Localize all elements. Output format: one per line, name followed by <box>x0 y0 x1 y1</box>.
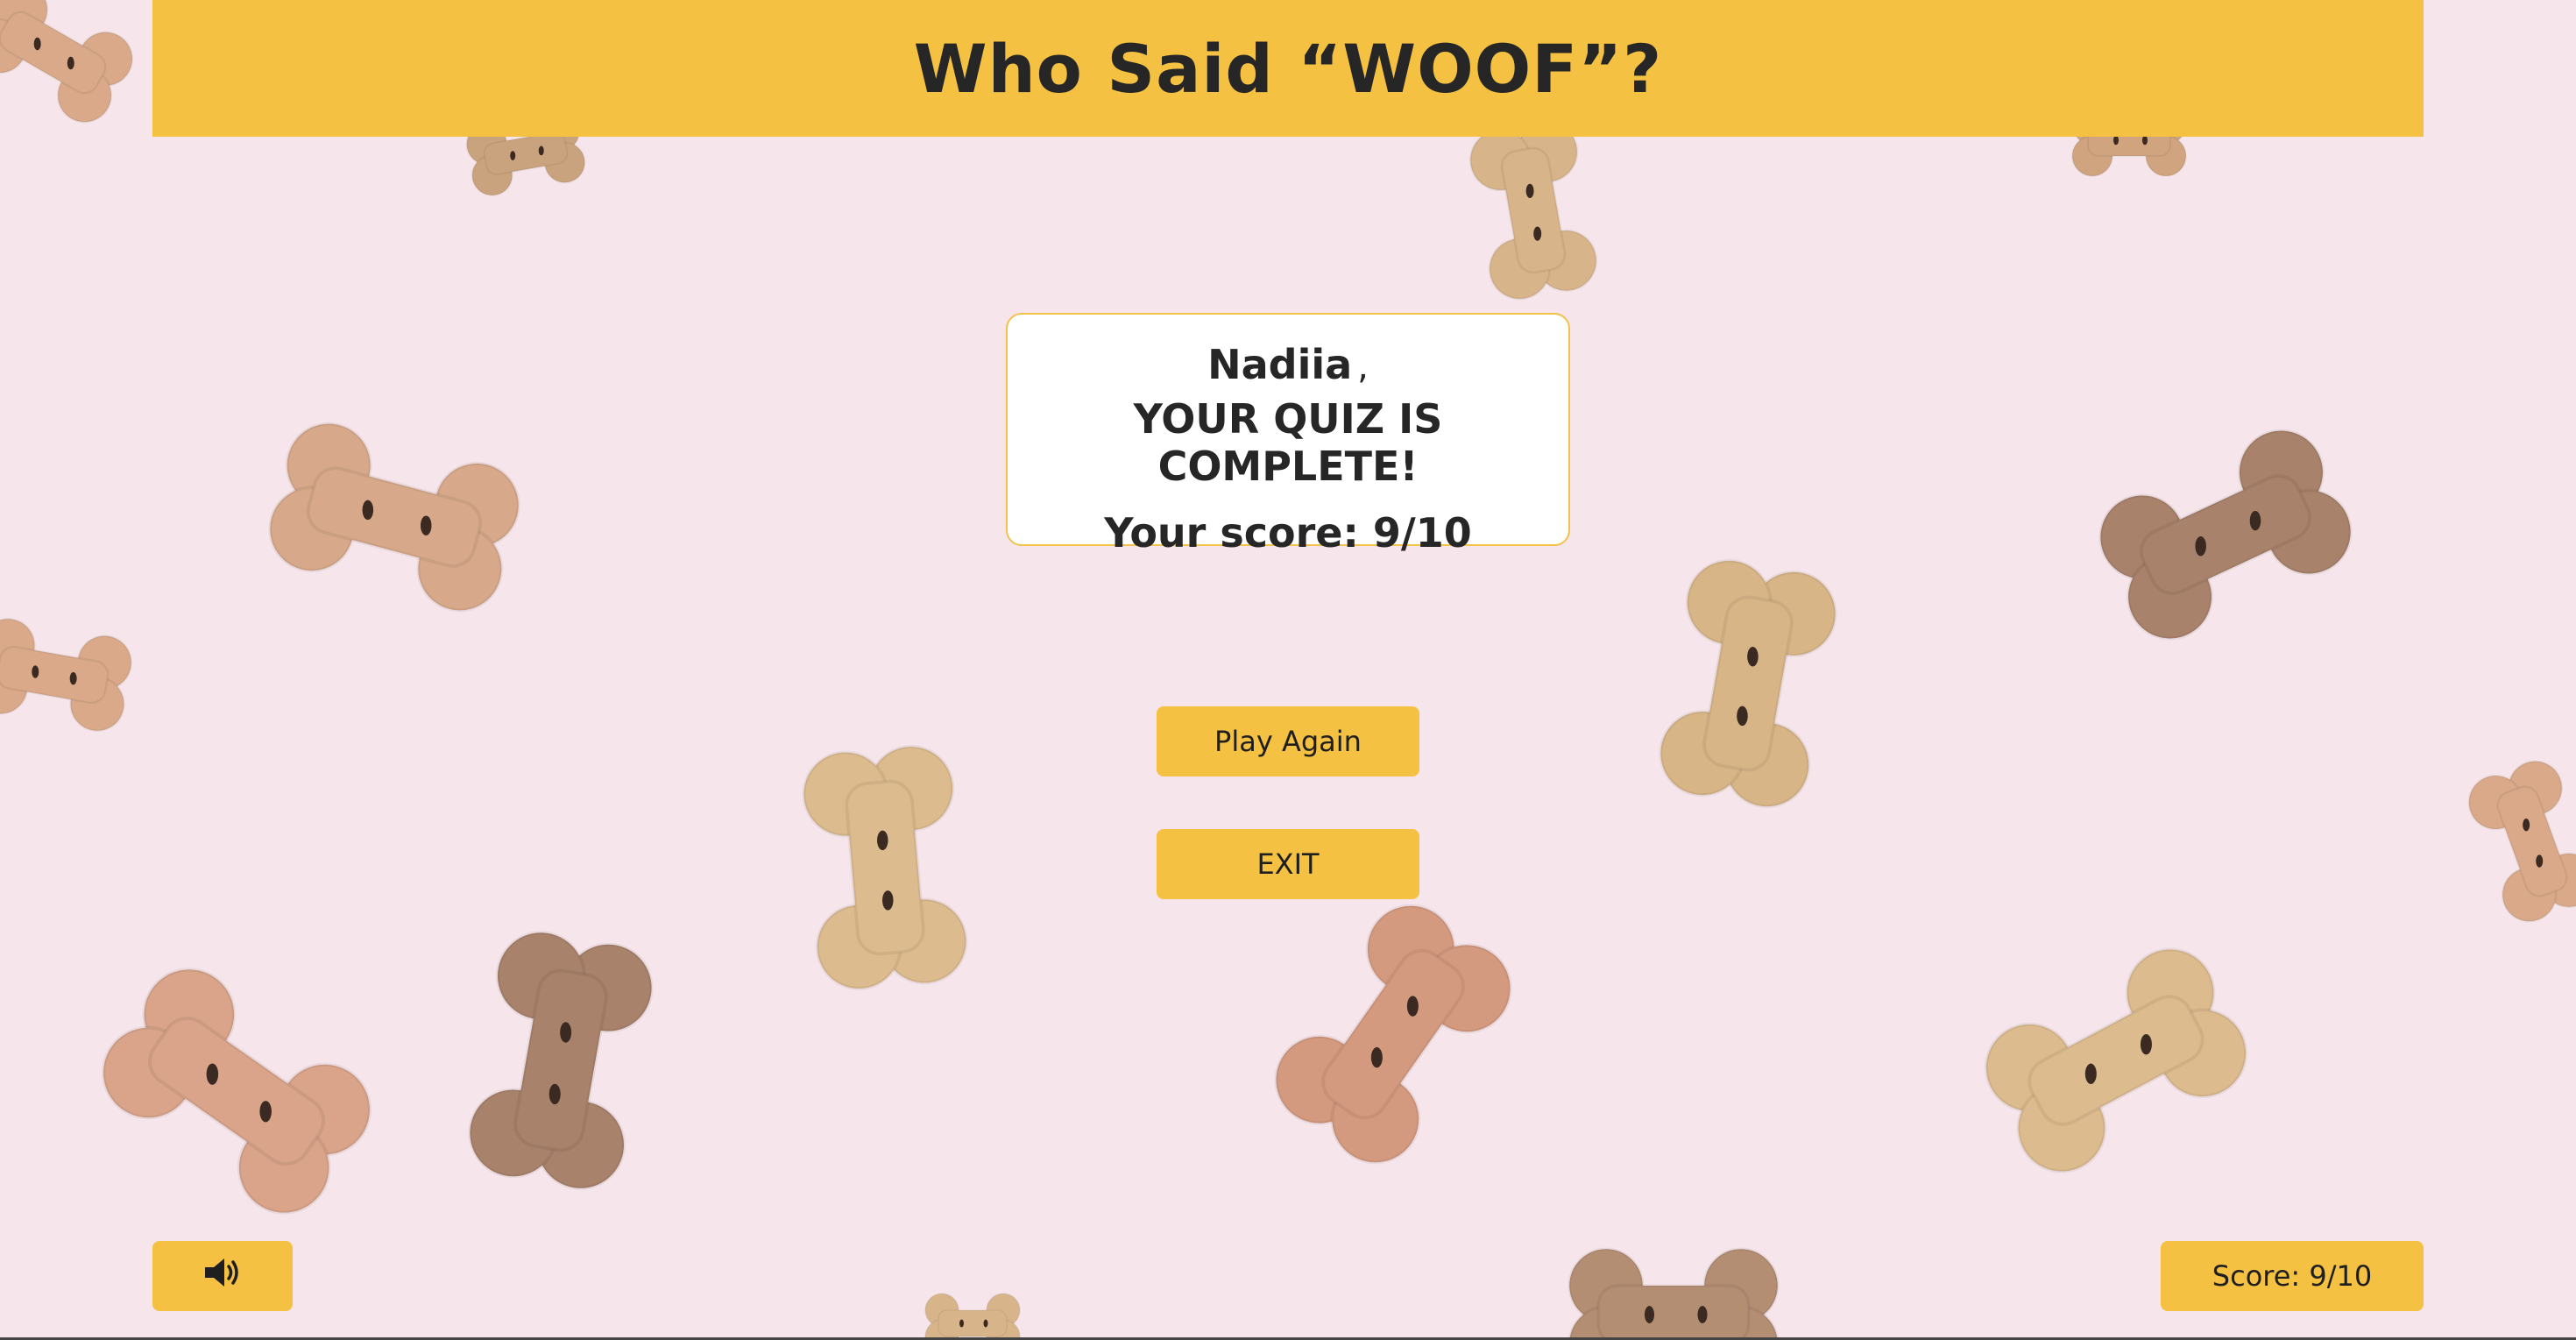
bone-biscuit <box>2460 753 2576 930</box>
bone-speckle <box>1747 646 1759 667</box>
bone-speckle <box>560 1022 572 1043</box>
bone-speckle <box>2523 819 2530 832</box>
bone-biscuit <box>0 613 137 736</box>
bone-biscuit <box>1969 932 2263 1188</box>
bone-speckle <box>420 515 432 535</box>
exit-button[interactable]: EXIT <box>1157 829 1419 899</box>
bone-speckle <box>983 1319 988 1328</box>
bone-speckle <box>1525 183 1534 198</box>
bone-speckle <box>959 1319 964 1328</box>
bone-biscuit <box>258 413 530 621</box>
bone-speckle <box>259 1101 272 1123</box>
bone-speckle <box>206 1063 219 1085</box>
bone-speckle <box>1697 1306 1708 1323</box>
bone-speckle <box>538 145 544 156</box>
bone-speckle <box>2195 535 2206 557</box>
bone-speckle <box>510 151 516 161</box>
bone-speckle <box>69 671 77 685</box>
speaker-volume-icon <box>203 1257 242 1295</box>
player-name-line: Nadiia, <box>1008 341 1568 388</box>
bone-biscuit-background <box>0 0 2576 1340</box>
play-again-button[interactable]: Play Again <box>1157 706 1419 776</box>
bone-biscuit <box>1257 887 1529 1181</box>
bone-speckle <box>2536 854 2544 868</box>
bone-speckle <box>33 37 41 51</box>
bone-biscuit <box>1464 116 1603 305</box>
bone-speckle <box>2113 135 2119 145</box>
bone-biscuit <box>1652 552 1844 815</box>
page-title: Who Said “WOOF”? <box>913 29 1663 108</box>
bone-speckle <box>2142 135 2148 145</box>
bone-biscuit <box>86 952 387 1230</box>
final-score-text: Your score: 9/10 <box>1104 509 1472 557</box>
bone-biscuit <box>798 741 972 994</box>
bone-speckle <box>1737 705 1748 727</box>
bone-speckle <box>362 500 374 521</box>
bone-speckle <box>32 665 39 678</box>
bone-speckle <box>877 830 888 851</box>
quiz-result-card: Nadiia, YOUR QUIZ IS COMPLETE! Your scor… <box>1006 313 1570 557</box>
bone-speckle <box>2084 1063 2097 1084</box>
sound-toggle-button[interactable] <box>152 1241 293 1311</box>
name-suffix: , <box>1357 347 1369 387</box>
bone-speckle <box>1406 996 1419 1017</box>
bone-biscuit <box>924 1293 1021 1340</box>
app-header: Who Said “WOOF”? <box>152 0 2424 137</box>
bone-biscuit <box>461 924 661 1197</box>
quiz-complete-message: YOUR QUIZ IS COMPLETE! <box>1133 395 1443 490</box>
bone-speckle <box>1370 1046 1383 1068</box>
bone-speckle <box>882 890 894 911</box>
bone-speckle <box>548 1083 561 1105</box>
bone-speckle <box>2249 510 2261 531</box>
score-badge: Score: 9/10 <box>2161 1241 2424 1311</box>
bone-speckle <box>67 56 74 70</box>
bone-speckle <box>1645 1306 1654 1323</box>
player-name: Nadiia <box>1207 341 1353 388</box>
bone-speckle <box>1533 226 1542 241</box>
bone-speckle <box>2140 1033 2152 1055</box>
bone-biscuit <box>1568 1247 1780 1340</box>
bone-biscuit <box>2084 415 2367 654</box>
